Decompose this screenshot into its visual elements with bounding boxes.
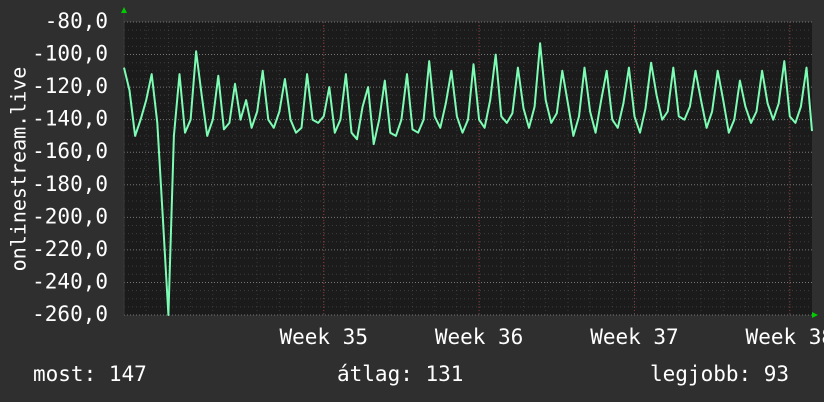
x-tick-label: Week 36	[435, 325, 524, 349]
y-tick-label: -180,0	[32, 172, 108, 196]
y-tick-label: -220,0	[32, 237, 108, 261]
y-axis-arrow	[121, 7, 127, 13]
x-tick-label: Week 37	[590, 325, 679, 349]
average-value: átlag: 131	[337, 362, 464, 386]
y-tick-label: -240,0	[32, 269, 108, 293]
chart-panel: onlinestream.live -80,0 -100,0 -120,0 -140,…	[0, 0, 824, 402]
y-tick-label: -100,0	[32, 42, 108, 66]
current-value: most: 147	[33, 362, 147, 386]
line-chart: onlinestream.live -80,0 -100,0 -120,0 -140,…	[7, 7, 824, 349]
y-tick-label: -120,0	[32, 74, 108, 98]
y-tick-label: -140,0	[32, 107, 108, 131]
y-tick-label: -80,0	[45, 9, 108, 33]
x-tick-label: Week 35	[279, 325, 368, 349]
y-tick-label: -260,0	[32, 302, 108, 326]
x-tick-label: Week 38	[746, 325, 824, 349]
best-value: legjobb: 93	[650, 362, 790, 386]
y-tick-label: -160,0	[32, 139, 108, 163]
y-axis-label: onlinestream.live	[7, 67, 31, 272]
x-axis-arrow	[812, 312, 818, 318]
y-tick-label: -200,0	[32, 204, 108, 228]
